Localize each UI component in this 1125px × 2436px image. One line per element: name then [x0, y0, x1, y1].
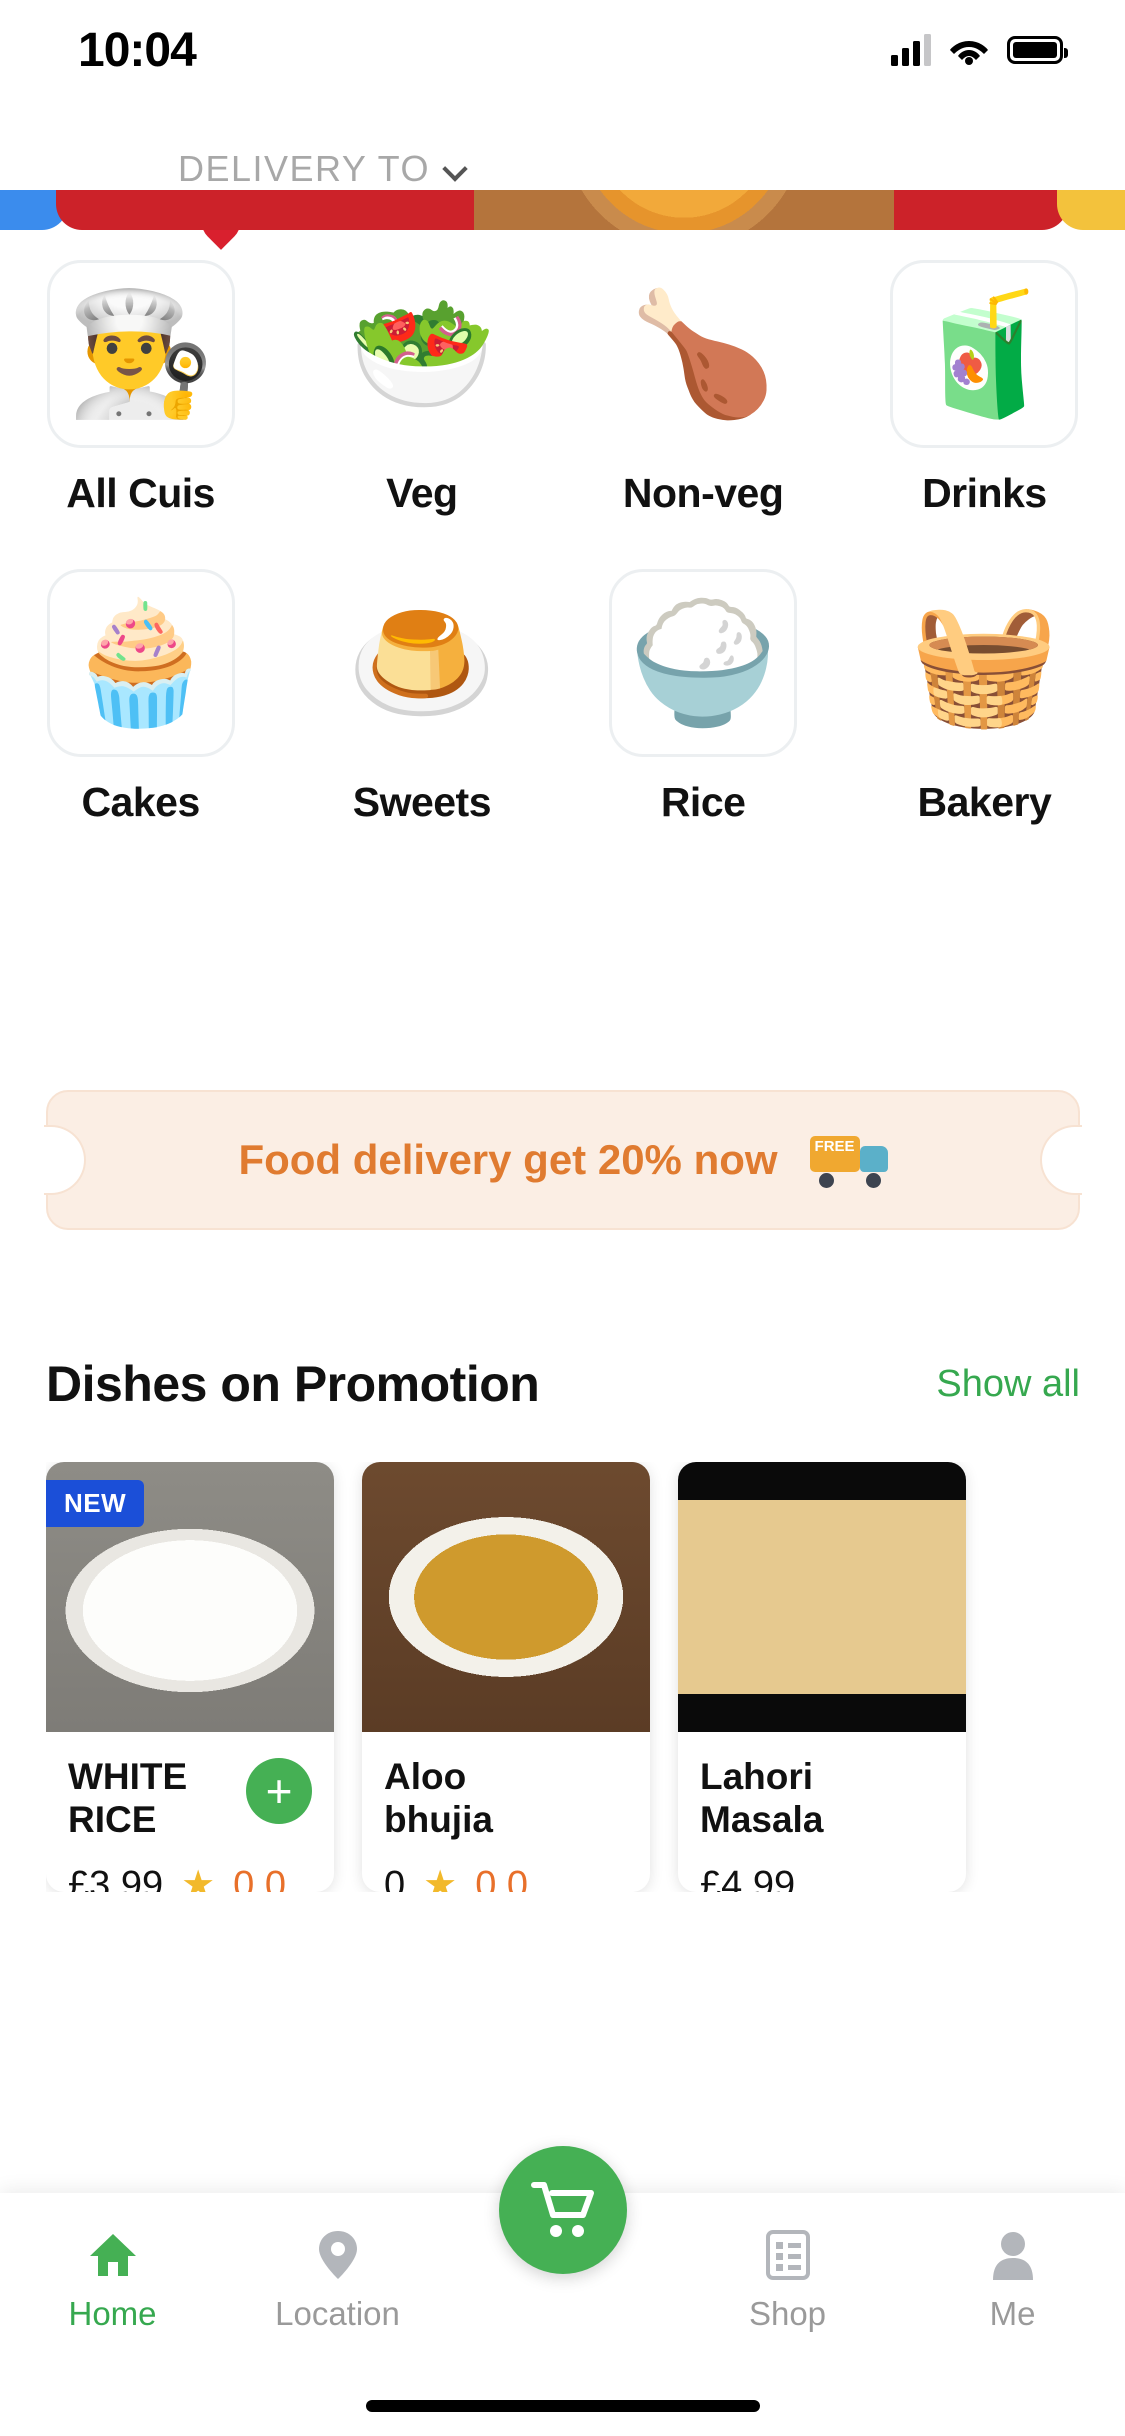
coupon-text: Food delivery get 20% now — [238, 1136, 778, 1183]
status-time: 10:04 — [78, 23, 197, 77]
free-delivery-truck-icon: FREE — [809, 1132, 888, 1188]
dish-name: Aloo bhujia — [384, 1756, 493, 1840]
category-label: Drinks — [922, 470, 1047, 516]
nav-label: Shop — [748, 2294, 827, 2332]
star-icon: ★ — [423, 1864, 458, 1892]
category-emoji: 🧃 — [909, 287, 1060, 421]
dish-image — [362, 1462, 650, 1732]
page-title: Dishes on Promotion — [46, 1356, 540, 1412]
nav-item-shop[interactable]: Shop — [675, 2229, 900, 2333]
dish-carousel[interactable]: NEW WHITE RICE £3.99 ★ 0.0 + Aloo bhujia… — [46, 1462, 1125, 1892]
dish-image — [678, 1462, 966, 1732]
category-emoji: 🧁 — [65, 596, 216, 730]
category-label: All Cuis — [66, 470, 215, 516]
delivery-to-label: DELIVERY TO — [178, 148, 430, 189]
category-item-all-cuis[interactable]: 👨‍🍳 All Cuis — [0, 260, 281, 517]
dish-rating: 0.0 — [233, 1863, 286, 1892]
category-emoji: 🧺 — [909, 596, 1060, 730]
chevron-down-icon — [444, 158, 466, 180]
banner-active[interactable] — [56, 190, 1068, 230]
category-item-bakery[interactable]: 🧺 Bakery — [844, 569, 1125, 826]
dish-card[interactable]: NEW WHITE RICE £3.99 ★ 0.0 + — [46, 1462, 334, 1892]
nav-item-home[interactable]: Home — [0, 2229, 225, 2333]
truck-free-label: FREE — [809, 1136, 860, 1172]
category-emoji: 🥗 — [347, 287, 497, 421]
nav-item-me[interactable]: Me — [900, 2229, 1125, 2333]
chef-icon: 👨‍🍳 — [46, 260, 235, 448]
chicken-icon: 🍗 — [609, 260, 797, 448]
promotion-section-header: Dishes on Promotion Show all — [46, 1355, 1080, 1413]
category-label: Sweets — [352, 779, 492, 825]
bread-basket-icon: 🧺 — [890, 569, 1078, 757]
shopping-cart-icon — [530, 2182, 594, 2237]
wifi-icon — [950, 41, 988, 65]
dish-name: WHITE RICE — [68, 1756, 188, 1840]
category-label: Rice — [660, 779, 746, 825]
sweets-icon: 🍮 — [328, 569, 516, 757]
category-grid: 👨‍🍳 All Cuis 🥗 Veg 🍗 Non-veg 🧃 Drinks 🧁 … — [0, 260, 1125, 826]
category-label: Cakes — [81, 779, 200, 825]
category-item-drinks[interactable]: 🧃 Drinks — [844, 260, 1125, 517]
category-emoji: 🍮 — [347, 596, 497, 730]
dish-price: £3.99 — [68, 1863, 164, 1892]
category-item-rice[interactable]: 🍚 Rice — [563, 569, 844, 826]
promo-coupon[interactable]: Food delivery get 20% now FREE — [44, 1090, 1082, 1230]
delivery-to-selector[interactable]: DELIVERY TO — [178, 148, 466, 190]
status-icons — [891, 34, 1068, 66]
cupcake-icon: 🧁 — [46, 569, 235, 757]
category-item-veg[interactable]: 🥗 Veg — [281, 260, 562, 517]
nav-label: Me — [989, 2294, 1036, 2332]
cellular-bars-icon — [891, 34, 931, 66]
nav-label: Location — [275, 2294, 400, 2332]
category-emoji: 👨‍🍳 — [65, 287, 216, 421]
salad-icon: 🥗 — [328, 260, 516, 448]
home-icon — [87, 2229, 139, 2281]
category-label: Bakery — [917, 779, 1052, 825]
battery-icon — [1007, 36, 1068, 64]
category-item-non-veg[interactable]: 🍗 Non-veg — [563, 260, 844, 517]
dish-image: NEW — [46, 1462, 334, 1732]
dish-rating: 0.0 — [475, 1863, 529, 1892]
map-pin-icon — [312, 2229, 364, 2281]
dish-name: Lahori Masala — [700, 1756, 824, 1840]
show-all-link[interactable]: Show all — [936, 1363, 1080, 1406]
home-indicator — [365, 2400, 760, 2412]
status-badge: NEW — [46, 1480, 145, 1527]
category-emoji: 🍗 — [628, 287, 778, 421]
add-to-cart-button[interactable]: + — [246, 1758, 312, 1824]
banner-pizza-image — [474, 190, 894, 230]
category-label: Veg — [386, 470, 458, 516]
dish-card[interactable]: Aloo bhujia 0 ★ 0.0 — [362, 1462, 650, 1892]
juice-icon: 🧃 — [890, 260, 1079, 448]
category-label: Non-veg — [622, 470, 784, 516]
bottom-navigation: Home Location Shop Me — [0, 2146, 1125, 2436]
category-item-sweets[interactable]: 🍮 Sweets — [281, 569, 562, 826]
star-icon: ★ — [181, 1864, 216, 1892]
rice-bowl-icon: 🍚 — [609, 569, 798, 757]
nav-label: Home — [68, 2294, 157, 2332]
status-bar: 10:04 — [0, 0, 1125, 100]
nav-item-location[interactable]: Location — [225, 2229, 450, 2333]
category-emoji: 🍚 — [628, 596, 778, 730]
cart-fab-button[interactable] — [498, 2146, 627, 2274]
list-icon — [762, 2229, 814, 2281]
dish-price: £4.99 — [700, 1863, 796, 1892]
dish-price: 0 — [384, 1863, 406, 1892]
plus-icon: + — [265, 1765, 293, 1817]
person-icon — [987, 2229, 1039, 2281]
banner-carousel[interactable] — [0, 190, 1125, 238]
category-item-cakes[interactable]: 🧁 Cakes — [0, 569, 281, 826]
banner-next-peek[interactable] — [1057, 190, 1125, 230]
dish-card[interactable]: Lahori Masala £4.99 — [678, 1462, 966, 1892]
